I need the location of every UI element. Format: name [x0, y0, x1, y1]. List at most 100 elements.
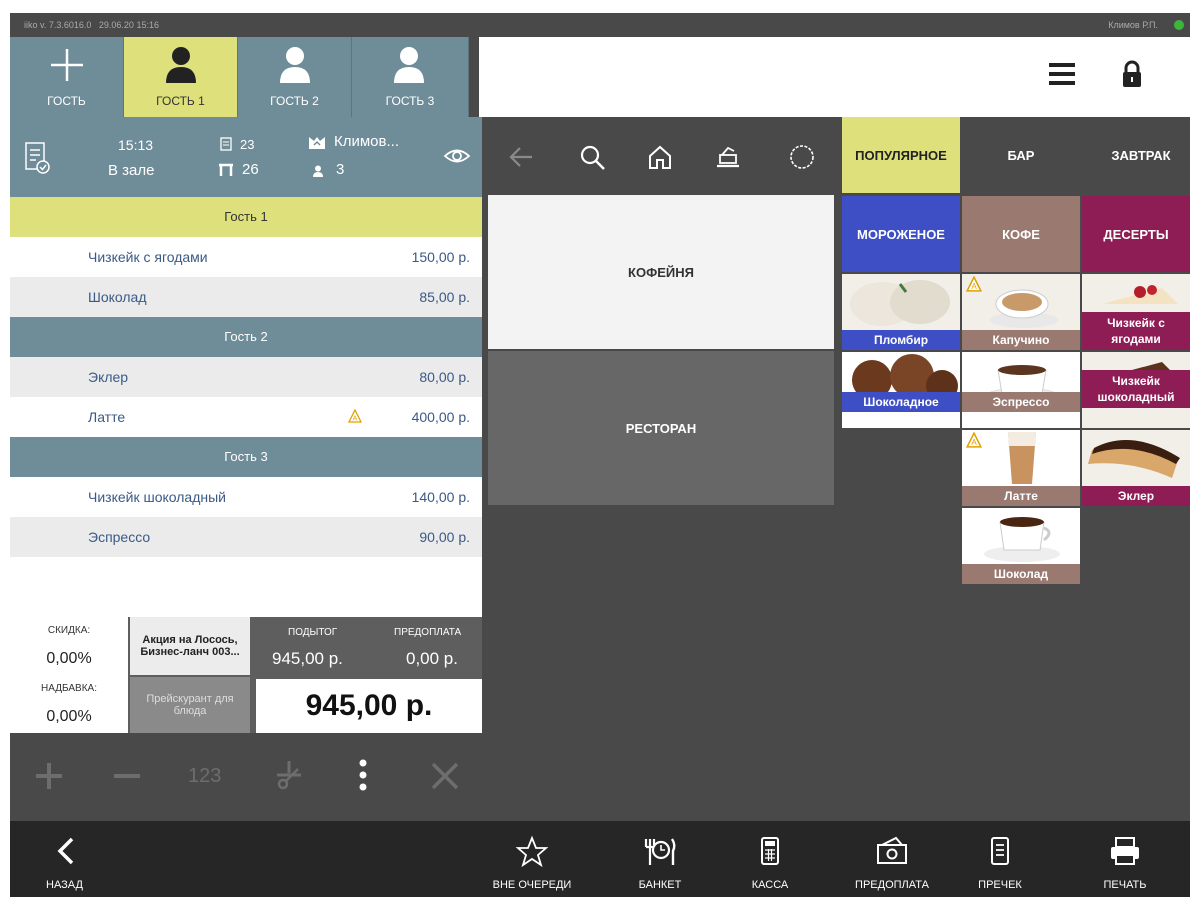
- calculator-icon: [761, 837, 779, 865]
- pricelist-button[interactable]: Прейскурант для блюда: [130, 677, 250, 733]
- item-name: Чизкейк шоколадный: [88, 489, 226, 505]
- subtotal-label: ПОДЫТОГ: [288, 627, 338, 638]
- guest-tab-label: ГОСТЬ 2: [270, 94, 319, 108]
- product-plombir[interactable]: Пломбир: [842, 274, 960, 350]
- subtotal-value: 945,00 р.: [272, 649, 343, 668]
- guest-tab-1[interactable]: ГОСТЬ 1: [124, 37, 238, 117]
- person-icon: [394, 47, 424, 83]
- banquet-label: БАНКЕТ: [638, 879, 682, 891]
- split-icon[interactable]: [274, 759, 304, 791]
- category-desserts[interactable]: ДЕСЕРТЫ: [1082, 196, 1190, 272]
- waiter-name: Климов...: [334, 133, 399, 150]
- order-item-row[interactable]: Чизкейк шоколадный 140,00 р.: [10, 477, 482, 517]
- cashier-label: КАССА: [751, 879, 789, 891]
- menu-navigation: [482, 117, 842, 197]
- prepay-label: ПРЕДОПЛАТА: [394, 627, 462, 638]
- plus-icon: [51, 49, 83, 81]
- product-cappuccino[interactable]: A Капучино: [962, 274, 1080, 350]
- home-icon[interactable]: [646, 143, 674, 171]
- svg-text:A: A: [971, 438, 977, 447]
- product-cheesecake-chocolate[interactable]: Чизкейк шоколадный: [1082, 352, 1190, 428]
- search-icon[interactable]: [578, 143, 606, 171]
- product-cheesecake-berries[interactable]: Чизкейк с ягодами: [1082, 274, 1190, 350]
- menu-icon[interactable]: [1047, 61, 1077, 87]
- guest-tab-label: ГОСТЬ: [47, 94, 86, 108]
- plus-icon[interactable]: [34, 761, 64, 791]
- guest-group-header[interactable]: Гость 1: [10, 197, 482, 237]
- back-button[interactable]: НАЗАД: [32, 821, 112, 897]
- category-popular[interactable]: ПОПУЛЯРНОЕ: [842, 117, 960, 193]
- add-guest-button[interactable]: ГОСТЬ: [10, 37, 124, 117]
- item-price: 90,00 р.: [419, 529, 470, 545]
- guest-group-header[interactable]: Гость 3: [10, 437, 482, 477]
- back-arrow-icon[interactable]: [508, 143, 536, 171]
- svg-text:A: A: [353, 416, 358, 423]
- order-item-row[interactable]: Эспрессо 90,00 р.: [10, 517, 482, 557]
- precheck-button[interactable]: ПРЕЧЕК: [960, 821, 1040, 897]
- hall-coffeehouse[interactable]: КОФЕЙНЯ: [488, 195, 834, 349]
- eclair-image: [1088, 440, 1180, 478]
- product-label: Шоколадное: [842, 392, 960, 412]
- item-name: Шоколад: [88, 289, 147, 305]
- guests-icon: [313, 165, 323, 177]
- item-name: Эспрессо: [88, 529, 151, 545]
- banquet-button[interactable]: БАНКЕТ: [610, 821, 710, 897]
- order-item-row[interactable]: Шоколад 85,00 р.: [10, 277, 482, 317]
- product-label: Эспрессо: [962, 392, 1080, 412]
- totals-panel: СКИДКА: 0,00% НАДБАВКА: 0,00% Акция на Л…: [10, 617, 482, 733]
- guest-tab-label: ГОСТЬ 3: [385, 94, 435, 108]
- hot-chocolate-image: [984, 517, 1060, 562]
- category-coffee[interactable]: КОФЕ: [962, 196, 1080, 272]
- product-chocolate-icecream[interactable]: Шоколадное: [842, 352, 960, 428]
- close-icon[interactable]: [430, 761, 460, 791]
- printer-icon: [1111, 837, 1139, 865]
- category-bar[interactable]: БАР: [962, 117, 1080, 193]
- out-of-queue-button[interactable]: ВНЕ ОЧЕРЕДИ: [482, 821, 582, 897]
- order-location: В зале: [108, 162, 155, 179]
- product-label: Латте: [962, 486, 1080, 506]
- guest-tab-2[interactable]: ГОСТЬ 2: [238, 37, 352, 117]
- subtotal-area: ПОДЫТОГ 945,00 р. ПРЕДОПЛАТА 0,00 р.: [254, 617, 482, 677]
- prepayment-icon: [877, 836, 907, 864]
- hall-restaurant[interactable]: РЕСТОРАН: [488, 351, 834, 505]
- guest-tab-3[interactable]: ГОСТЬ 3: [352, 37, 469, 117]
- prepayment-button[interactable]: ПРЕДОПЛАТА: [840, 821, 944, 897]
- discount-box[interactable]: СКИДКА: 0,00% НАДБАВКА: 0,00%: [10, 617, 128, 733]
- status-bar: iiko v. 7.3.6016.0 29.06.20 15:16 Климов…: [10, 13, 1190, 37]
- quantity-button[interactable]: 123: [188, 765, 221, 788]
- scale-icon[interactable]: [714, 143, 742, 171]
- product-eclair[interactable]: Эклер: [1082, 430, 1190, 506]
- guest-tab-label: ГОСТЬ 1: [156, 94, 205, 108]
- prepay-value: 0,00 р.: [406, 649, 458, 668]
- product-label: Эклер: [1082, 486, 1190, 506]
- item-name: Латте: [88, 409, 126, 425]
- circle-icon[interactable]: [788, 143, 816, 171]
- product-label: Чизкейк с ягодами: [1082, 312, 1190, 350]
- order-number: 23: [240, 137, 255, 152]
- minus-icon[interactable]: [112, 761, 142, 791]
- cashier-button[interactable]: КАССА: [720, 821, 820, 897]
- order-total: 945,00 р.: [256, 679, 482, 733]
- order-checklist-icon[interactable]: [24, 141, 50, 175]
- more-options-icon[interactable]: [356, 757, 370, 793]
- lock-icon[interactable]: [1121, 59, 1143, 89]
- order-item-row[interactable]: Эклер 80,00 р.: [10, 357, 482, 397]
- item-price: 80,00 р.: [419, 369, 470, 385]
- product-latte[interactable]: A Латте: [962, 430, 1080, 506]
- product-espresso[interactable]: Эспрессо: [962, 352, 1080, 428]
- print-button[interactable]: ПЕЧАТЬ: [1080, 821, 1170, 897]
- product-label: Капучино: [962, 330, 1080, 350]
- discount-value: 0,00%: [46, 650, 92, 667]
- star-icon: [515, 835, 549, 867]
- promo-button[interactable]: Акция на Лосось, Бизнес-ланч 003...: [130, 617, 250, 675]
- order-item-row[interactable]: Латте A 400,00 р.: [10, 397, 482, 437]
- item-name: Эклер: [88, 369, 129, 385]
- category-icecream[interactable]: МОРОЖЕНОЕ: [842, 196, 960, 272]
- order-item-row[interactable]: Чизкейк с ягодами 150,00 р.: [10, 237, 482, 277]
- product-chocolate[interactable]: Шоколад: [962, 508, 1080, 584]
- product-label: Чизкейк шоколадный: [1082, 370, 1190, 408]
- category-breakfast[interactable]: ЗАВТРАК: [1082, 117, 1190, 193]
- table-icon: [219, 163, 233, 176]
- guest-group-header[interactable]: Гость 2: [10, 317, 482, 357]
- eye-icon[interactable]: [443, 147, 471, 165]
